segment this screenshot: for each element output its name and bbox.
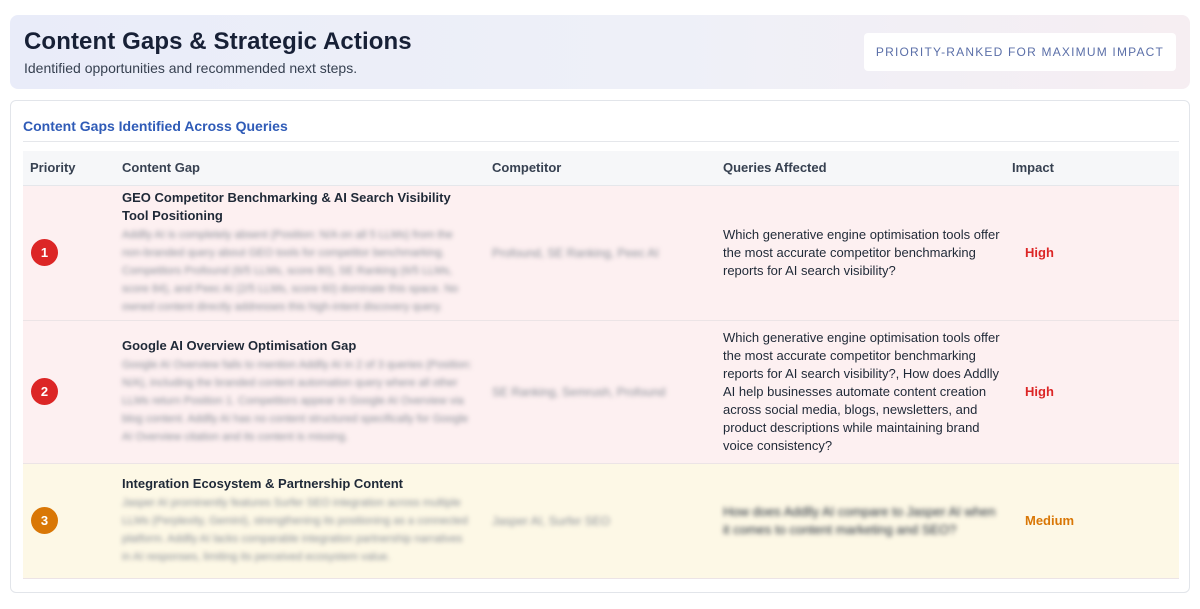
gap-title: Google AI Overview Optimisation Gap: [122, 338, 357, 353]
table-row: 1 GEO Competitor Benchmarking & AI Searc…: [23, 185, 1179, 320]
queries-affected: How does Addlly AI compare to Jasper AI …: [723, 503, 996, 537]
content-gaps-table: Priority Content Gap Competitor Queries …: [23, 151, 1179, 579]
queries-affected: Which generative engine optimisation too…: [723, 329, 1000, 453]
column-header-impact: Impact: [1005, 151, 1179, 186]
impact-label: High: [1025, 384, 1054, 399]
queries-affected: Which generative engine optimisation too…: [723, 226, 1000, 278]
table-row: 3 Integration Ecosystem & Partnership Co…: [23, 463, 1179, 578]
table-header-row: Priority Content Gap Competitor Queries …: [23, 151, 1179, 186]
page-header: Content Gaps & Strategic Actions Identif…: [10, 15, 1190, 89]
impact-label: Medium: [1025, 513, 1075, 528]
column-header-queries-affected: Queries Affected: [716, 151, 1005, 186]
divider: [23, 141, 1179, 142]
gap-description: Jasper AI prominently features Surfer SE…: [122, 497, 468, 563]
table-row: 2 Google AI Overview Optimisation Gap Go…: [23, 320, 1179, 463]
page-subtitle: Identified opportunities and recommended…: [24, 60, 358, 76]
impact-label: High: [1025, 245, 1054, 260]
priority-number-badge: 1: [31, 239, 58, 266]
competitor-list: Jasper AI, Surfer SEO: [492, 513, 611, 528]
card-title: Content Gaps Identified Across Queries: [23, 118, 288, 134]
column-header-priority: Priority: [23, 151, 115, 186]
gap-description: Google AI Overview fails to mention Addl…: [122, 359, 472, 443]
priority-number-badge: 3: [31, 507, 58, 534]
gap-title: Integration Ecosystem & Partnership Cont…: [122, 476, 403, 491]
competitor-list: SE Ranking, Semrush, Profound: [492, 384, 666, 399]
gap-title: GEO Competitor Benchmarking & AI Search …: [122, 190, 451, 223]
page-title: Content Gaps & Strategic Actions: [24, 28, 412, 55]
priority-number-badge: 2: [31, 378, 58, 405]
competitor-list: Profound, SE Ranking, Peec AI: [492, 245, 659, 260]
content-gaps-card: Content Gaps Identified Across Queries P…: [10, 100, 1190, 593]
gap-description: Addlly AI is completely absent (Position…: [122, 229, 459, 313]
column-header-competitor: Competitor: [485, 151, 716, 186]
column-header-content-gap: Content Gap: [115, 151, 485, 186]
priority-badge: PRIORITY-RANKED FOR MAXIMUM IMPACT: [864, 33, 1176, 71]
